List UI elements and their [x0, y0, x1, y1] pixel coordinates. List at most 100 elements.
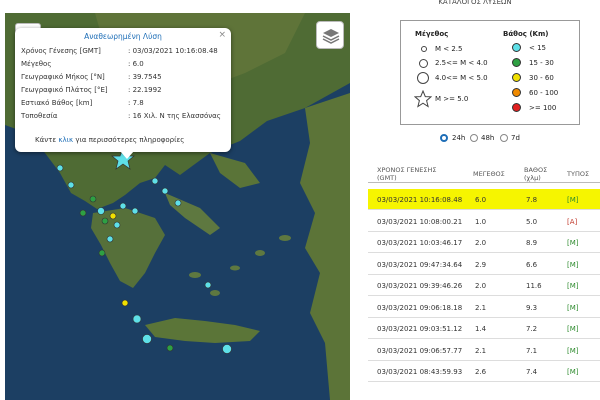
row-depth: 6.6 — [526, 260, 538, 269]
legend-mag-item: M < 2.5 — [435, 45, 463, 53]
legend-mag-item: 2.5<= M < 4.0 — [435, 59, 488, 67]
table-row[interactable]: 03/03/2021 09:03:51.12 1.4 7.2 [M] — [368, 318, 600, 339]
header-time-line2: (GMT) — [377, 174, 397, 182]
row-magnitude: 1.0 — [475, 217, 487, 226]
radio-48h[interactable] — [470, 134, 478, 142]
legend-depth-item: 30 - 60 — [529, 74, 554, 82]
popup-row-magnitude: Μέγεθος : 6.0 — [21, 60, 227, 71]
seismic-monitor-page: + − Αναθεωρημένη Λύση × Χρόνος Γένεσης [… — [0, 0, 600, 400]
row-type[interactable]: [A] — [567, 218, 577, 226]
popup-row-label: Μέγεθος — [21, 60, 52, 68]
table-row[interactable]: 03/03/2021 10:16:08.48 6.0 7.8 [M] — [368, 189, 600, 210]
row-depth: 7.4 — [526, 368, 538, 376]
popup-more-link[interactable]: κλικ — [58, 136, 73, 144]
depth-color-swatch — [512, 58, 521, 67]
header-type: ΤΥΠΟΣ — [567, 170, 590, 178]
popup-more-prefix: Κάντε — [35, 136, 57, 144]
row-time: 03/03/2021 10:08:00.21 — [377, 217, 463, 226]
popup-row-location: Τοποθεσία : 16 Χιλ. Ν της Ελασσόνας — [21, 112, 227, 123]
popup-close-button[interactable]: × — [218, 30, 226, 40]
popup-row-label: Εστιακό Βάθος [km] — [21, 99, 93, 107]
popup-row-latitude: Γεωγραφικό Πλάτος [°E] : 22.1992 — [21, 86, 227, 97]
row-type[interactable]: [M] — [567, 282, 579, 290]
popup-more-suffix: για περισσότερες πληροφορίες — [75, 136, 185, 144]
row-time: 03/03/2021 08:43:59.93 — [377, 368, 463, 376]
legend-box: Μέγεθος Βάθος (Km) M < 2.5 2.5<= M < 4.0… — [400, 20, 580, 125]
row-type[interactable]: [M] — [567, 239, 579, 247]
mag-medium-icon — [419, 59, 428, 68]
row-magnitude: 2.6 — [475, 368, 487, 376]
row-depth: 8.9 — [526, 239, 538, 247]
row-type[interactable]: [M] — [567, 368, 579, 376]
table-row[interactable]: 03/03/2021 09:06:57.77 2.1 7.1 [M] — [368, 340, 600, 361]
row-time: 03/03/2021 09:06:18.18 — [377, 303, 463, 312]
depth-color-swatch — [512, 103, 521, 112]
row-type[interactable]: [M] — [567, 304, 579, 312]
earthquake-map[interactable]: + − Αναθεωρημένη Λύση × Χρόνος Γένεσης [… — [5, 13, 350, 400]
popup-row-longitude: Γεωγραφικό Μήκος [°N] : 39.7545 — [21, 73, 227, 84]
legend-depth-item: 60 - 100 — [529, 89, 559, 97]
table-row[interactable]: 03/03/2021 09:06:18.18 2.1 9.3 [M] — [368, 297, 600, 318]
header-depth-line2: (χλμ) — [524, 174, 541, 182]
row-type[interactable]: [M] — [567, 325, 579, 333]
row-type[interactable]: [M] — [567, 196, 579, 204]
legend-depth-item: < 15 — [529, 44, 546, 52]
legend-mag-item: 4.0<= M < 5.0 — [435, 74, 488, 82]
popup-row-label: Χρόνος Γένεσης [GMT] — [21, 47, 101, 55]
popup-row-value: : 16 Χιλ. Ν της Ελασσόνας — [128, 112, 221, 120]
popup-row-label: Τοποθεσία — [21, 112, 58, 120]
row-magnitude: 2.0 — [475, 282, 487, 290]
popup-row-label: Γεωγραφικό Μήκος [°N] — [21, 73, 105, 81]
row-depth: 7.2 — [526, 325, 538, 333]
radio-24h[interactable] — [440, 134, 448, 142]
row-type[interactable]: [M] — [567, 261, 579, 269]
row-depth: 7.8 — [526, 196, 538, 204]
layers-button[interactable] — [316, 21, 344, 49]
row-time: 03/03/2021 09:47:34.64 — [377, 260, 463, 269]
row-time: 03/03/2021 10:03:46.17 — [377, 239, 463, 247]
row-magnitude: 1.4 — [475, 325, 487, 333]
row-magnitude: 2.1 — [475, 346, 487, 355]
popup-title: Αναθεωρημένη Λύση — [84, 32, 162, 41]
star-icon — [414, 90, 432, 108]
table-row[interactable]: 03/03/2021 10:03:46.17 2.0 8.9 [M] — [368, 232, 600, 253]
legend-depth-item: 15 - 30 — [529, 59, 554, 67]
table-row[interactable]: 03/03/2021 09:39:46.26 2.0 11.6 [M] — [368, 275, 600, 296]
table-row[interactable]: 03/03/2021 10:08:00.21 1.0 5.0 [A] — [368, 211, 600, 232]
radio-7d-label: 7d — [511, 134, 520, 142]
row-depth: 7.1 — [526, 346, 538, 355]
popup-row-value: : 7.8 — [128, 99, 144, 107]
radio-7d[interactable] — [500, 134, 508, 142]
depth-color-swatch — [512, 43, 521, 52]
popup-row-value: : 6.0 — [128, 60, 144, 68]
row-magnitude: 2.0 — [475, 239, 487, 247]
popup-row-depth: Εστιακό Βάθος [km] : 7.8 — [21, 99, 227, 110]
row-time: 03/03/2021 09:03:51.12 — [377, 325, 463, 333]
row-magnitude: 2.9 — [475, 260, 487, 269]
row-magnitude: 2.1 — [475, 303, 487, 312]
row-time: 03/03/2021 09:39:46.26 — [377, 282, 463, 290]
table-header: ΧΡΟΝΟΣ ΓΕΝΕΣΗΣ (GMT) ΜΕΓΕΘΟΣ ΒΑΘΟΣ (χλμ)… — [368, 157, 600, 183]
popup-row-value: : 03/03/2021 10:16:08.48 — [128, 47, 218, 55]
header-time-line1: ΧΡΟΝΟΣ ΓΕΝΕΣΗΣ — [377, 166, 437, 174]
depth-color-swatch — [512, 88, 521, 97]
popup-tail — [120, 151, 134, 159]
event-popup: Αναθεωρημένη Λύση × Χρόνος Γένεσης [GMT]… — [15, 28, 231, 159]
layers-icon — [322, 29, 340, 44]
table-row[interactable]: 03/03/2021 08:43:59.93 2.6 7.4 [M] — [368, 361, 600, 382]
header-depth-line1: ΒΑΘΟΣ — [524, 166, 548, 174]
depth-color-swatch — [512, 73, 521, 82]
row-time: 03/03/2021 10:16:08.48 — [377, 196, 463, 204]
row-depth: 9.3 — [526, 303, 538, 312]
table-row[interactable]: 03/03/2021 09:47:34.64 2.9 6.6 [M] — [368, 254, 600, 275]
popup-more-info: Κάντε κλικ για περισσότερες πληροφορίες — [35, 136, 184, 144]
header-time: ΧΡΟΝΟΣ ΓΕΝΕΣΗΣ (GMT) — [377, 166, 436, 182]
header-magnitude: ΜΕΓΕΘΟΣ — [473, 170, 505, 178]
row-magnitude: 6.0 — [475, 196, 487, 204]
popup-row-value: : 39.7545 — [128, 73, 162, 81]
panel-title: ΚΑΤΑΛΟΓΟΣ ΛΥΣΕΩΝ — [438, 0, 512, 6]
row-type[interactable]: [M] — [567, 347, 579, 355]
radio-24h-label: 24h — [452, 134, 466, 142]
mag-large-icon — [417, 72, 429, 84]
mag-small-icon — [421, 46, 427, 52]
